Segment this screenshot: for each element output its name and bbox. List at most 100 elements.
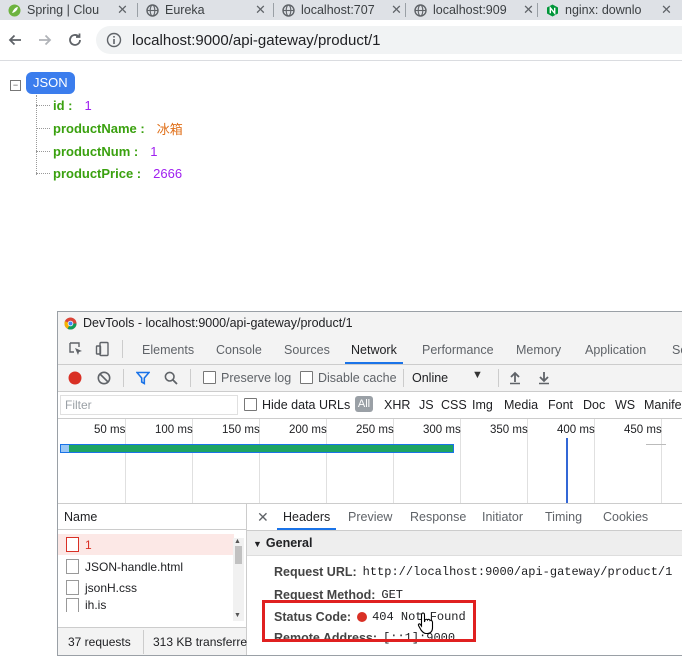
json-value: 1 [150,143,158,159]
throttle-select[interactable]: Online [412,371,448,385]
request-list-scrollbar[interactable]: ▲ ▼ [233,538,244,621]
header-key: Request URL: [274,565,357,579]
hide-data-urls-label: Hide data URLs [262,398,351,412]
spring-leaf-icon [8,4,21,17]
browser-tab-spring[interactable]: Spring | Clou ✕ [0,0,136,20]
general-label: General [265,536,313,550]
preserve-log-checkbox[interactable] [203,371,216,384]
globe-icon [146,3,159,17]
browser-tab-nginx[interactable]: nginx: downlo ✕ [538,0,682,20]
request-row[interactable]: JSON-handle.html [58,556,234,577]
timeline-tick: 200 ms [289,419,327,503]
chevron-down-icon[interactable]: ▼ [472,369,483,381]
browser-tab-localhost-909[interactable]: localhost:909 ✕ [406,0,536,20]
filter-icon[interactable] [136,371,150,385]
close-icon[interactable]: ✕ [661,2,672,18]
close-icon[interactable]: ✕ [257,504,269,531]
request-url-row: Request URL: http://localhost:9000/api-g… [274,563,672,581]
tab-network[interactable]: Network [345,334,403,364]
browser-tab-localhost-707[interactable]: localhost:707 ✕ [274,0,404,20]
tab-cookies[interactable]: Cookies [603,504,648,531]
filter-type-xhr[interactable]: XHR [384,398,410,412]
disable-cache-label: Disable cache [318,371,397,385]
import-har-icon[interactable] [508,370,522,385]
filter-type-ws[interactable]: WS [615,398,635,412]
forward-button[interactable] [33,28,57,52]
tab-initiator[interactable]: Initiator [482,504,523,531]
json-field-productPrice: productPrice : 2666 [36,163,182,183]
mouse-pointer-icon [417,612,434,635]
disable-cache-checkbox[interactable] [300,371,313,384]
inspect-element-icon[interactable] [68,341,84,357]
tab-memory[interactable]: Memory [516,334,561,364]
request-detail-pane: ✕ Headers Preview Response Initiator Tim… [247,504,682,655]
tab-sources[interactable]: Sources [284,334,330,364]
filter-type-all[interactable]: All [355,396,373,412]
devtools-title: DevTools - localhost:9000/api-gateway/pr… [83,316,353,330]
search-icon[interactable] [164,371,178,385]
file-icon [66,598,79,612]
request-name: JSON-handle.html [85,559,184,574]
load-event-marker [566,438,568,503]
filter-type-media[interactable]: Media [504,398,538,412]
close-icon[interactable]: ✕ [391,2,402,18]
chrome-icon [64,316,77,330]
filter-input[interactable]: Filter [60,395,238,415]
name-column-header[interactable]: Name [58,504,246,530]
back-button[interactable] [3,28,27,52]
devtools-main-tabs: Elements Console Sources Network Perform… [58,334,682,365]
address-bar[interactable]: localhost:9000/api-gateway/product/1 [96,26,682,54]
tab-timing[interactable]: Timing [545,504,582,531]
tab-elements[interactable]: Elements [142,334,194,364]
tab-performance[interactable]: Performance [422,334,494,364]
tab-security[interactable]: Se [672,334,682,364]
json-value: 冰箱 [156,121,183,137]
timeline-tick: 300 ms [423,419,461,503]
filter-type-img[interactable]: Img [472,398,493,412]
filter-type-css[interactable]: CSS [441,398,467,412]
json-key: productPrice : [53,165,142,181]
timeline-tick: 350 ms [490,419,528,503]
timeline-tick: 50 ms [94,419,126,503]
filter-type-js[interactable]: JS [419,398,434,412]
globe-icon [414,3,427,17]
tab-headers[interactable]: Headers [277,504,337,530]
tab-response[interactable]: Response [410,504,466,531]
timeline-marker [646,444,666,445]
json-key: id : [53,97,73,113]
close-icon[interactable]: ✕ [523,2,534,18]
browser-tab-eureka[interactable]: Eureka ✕ [138,0,272,20]
request-row[interactable]: ih.is [58,598,234,612]
arrow-left-icon [8,34,21,46]
url-text[interactable]: localhost:9000/api-gateway/product/1 [132,32,381,49]
request-row[interactable]: jsonH.css [58,577,234,598]
collapse-toggle[interactable]: − [10,80,21,91]
device-toolbar-icon[interactable] [95,341,111,357]
general-section-header[interactable]: ▼ General [247,531,682,556]
json-key: productName : [53,120,145,136]
json-badge[interactable]: JSON [26,72,75,94]
network-overview-timeline[interactable]: 50 ms 100 ms 150 ms 200 ms 250 ms 300 ms… [58,419,682,504]
divider [122,340,123,358]
json-field-id: id : 1 [36,95,92,115]
json-field-productNum: productNum : 1 [36,141,157,161]
reload-button[interactable] [63,28,87,52]
tab-preview[interactable]: Preview [348,504,392,531]
tab-console[interactable]: Console [216,334,262,364]
filter-type-doc[interactable]: Doc [583,398,605,412]
record-icon[interactable] [68,371,82,385]
tab-application[interactable]: Application [585,334,646,364]
tab-label: localhost:707 [301,3,375,17]
header-value: http://localhost:9000/api-gateway/produc… [362,565,673,579]
network-summary-bar: 37 requests 313 KB transferre [58,627,247,655]
request-row[interactable]: 1 [58,534,234,555]
export-har-icon[interactable] [537,370,551,385]
filter-type-manifest[interactable]: Manife [644,398,682,412]
clear-icon[interactable] [97,371,111,385]
hide-data-urls-checkbox[interactable] [244,398,257,411]
timeline-tick: 450 ms [624,419,662,503]
filter-type-font[interactable]: Font [548,398,573,412]
close-icon[interactable]: ✕ [117,2,128,18]
request-name: 1 [85,537,92,552]
close-icon[interactable]: ✕ [255,2,266,18]
